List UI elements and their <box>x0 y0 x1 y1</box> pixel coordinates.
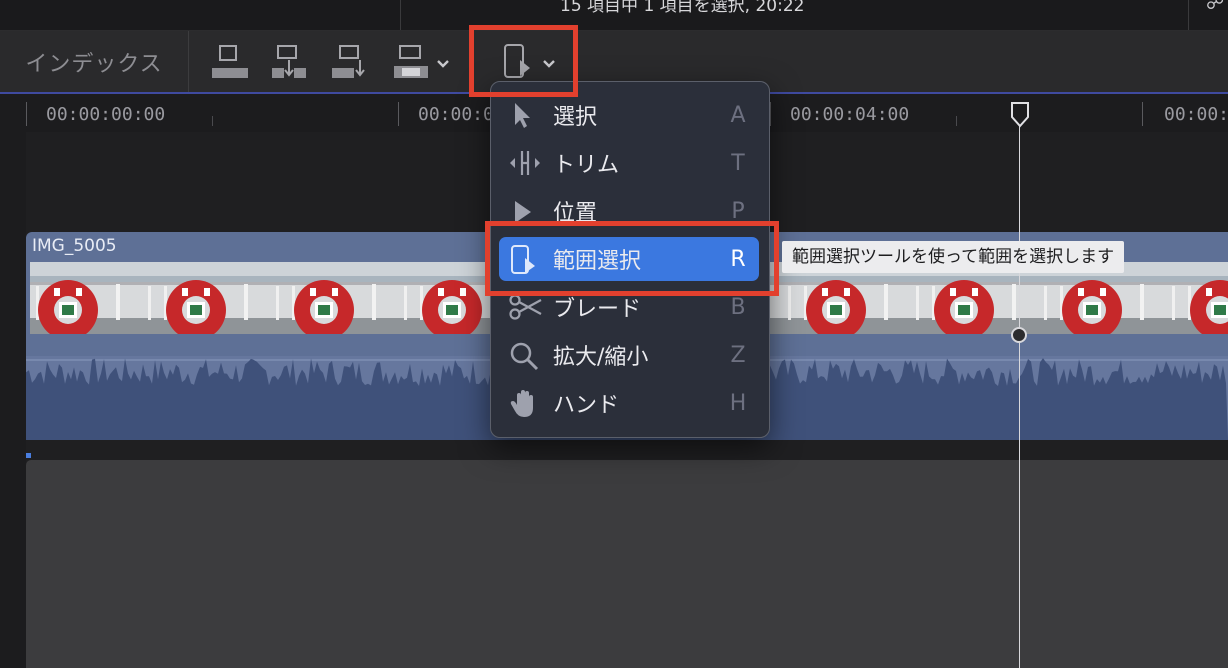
ruler-tick <box>956 116 957 126</box>
trim-icon <box>499 141 543 185</box>
ruler-tick <box>1142 102 1143 126</box>
insert-clip-icon[interactable] <box>268 42 314 82</box>
menu-item-zoom[interactable]: 拡大/縮小 Z <box>499 333 759 377</box>
timecode-label: 00:00:04:00 <box>790 104 910 125</box>
timecode-label: 00:00:0 <box>418 104 494 125</box>
track-marker <box>26 453 31 458</box>
share-icon[interactable]: ☍ <box>1206 0 1224 14</box>
shortcut-key: A <box>730 102 746 128</box>
track-gutter <box>0 132 26 668</box>
append-clip-icon[interactable] <box>328 42 374 82</box>
connect-clip-icon[interactable] <box>208 42 254 82</box>
tool-button-highlight <box>469 25 578 97</box>
overwrite-clip-icon[interactable] <box>390 42 456 82</box>
ruler-tick <box>770 102 771 126</box>
index-button[interactable]: インデックス <box>0 31 188 93</box>
timecode-label: 00:00: <box>1164 104 1228 125</box>
shortcut-key: B <box>730 294 746 320</box>
shortcut-key: H <box>729 390 747 416</box>
menu-item-select[interactable]: 選択 A <box>499 93 759 137</box>
skimmer-knob[interactable] <box>1011 327 1027 343</box>
clip-title: IMG_5005 <box>32 236 117 256</box>
menu-item-label: 拡大/縮小 <box>553 345 649 370</box>
ruler-tick <box>398 102 399 126</box>
menu-item-trim[interactable]: トリム T <box>499 141 759 185</box>
empty-track <box>26 460 1228 668</box>
toolbar-divider <box>188 31 189 93</box>
menu-item-label: ハンド <box>553 393 620 418</box>
playhead-icon[interactable] <box>1009 101 1031 129</box>
ruler-tick <box>212 116 213 126</box>
shortcut-key: Z <box>730 342 746 368</box>
range-select-highlight <box>485 221 779 296</box>
ruler-tick <box>26 102 27 126</box>
timecode-label: 00:00:00:00 <box>46 104 166 125</box>
hand-icon <box>499 381 543 425</box>
menu-item-hand[interactable]: ハンド H <box>499 381 759 425</box>
menu-item-label: トリム <box>553 153 620 178</box>
arrow-pointer-icon <box>499 93 543 137</box>
tooltip: 範囲選択ツールを使って範囲を選択します <box>782 241 1125 273</box>
shortcut-key: P <box>731 198 745 224</box>
shortcut-key: T <box>731 150 745 176</box>
magnifier-icon <box>499 333 543 377</box>
menu-item-label: 選択 <box>553 105 598 130</box>
selection-status-text: 15 項目中 1 項目を選択, 20:22 <box>560 0 805 16</box>
playhead-line <box>1019 120 1020 668</box>
